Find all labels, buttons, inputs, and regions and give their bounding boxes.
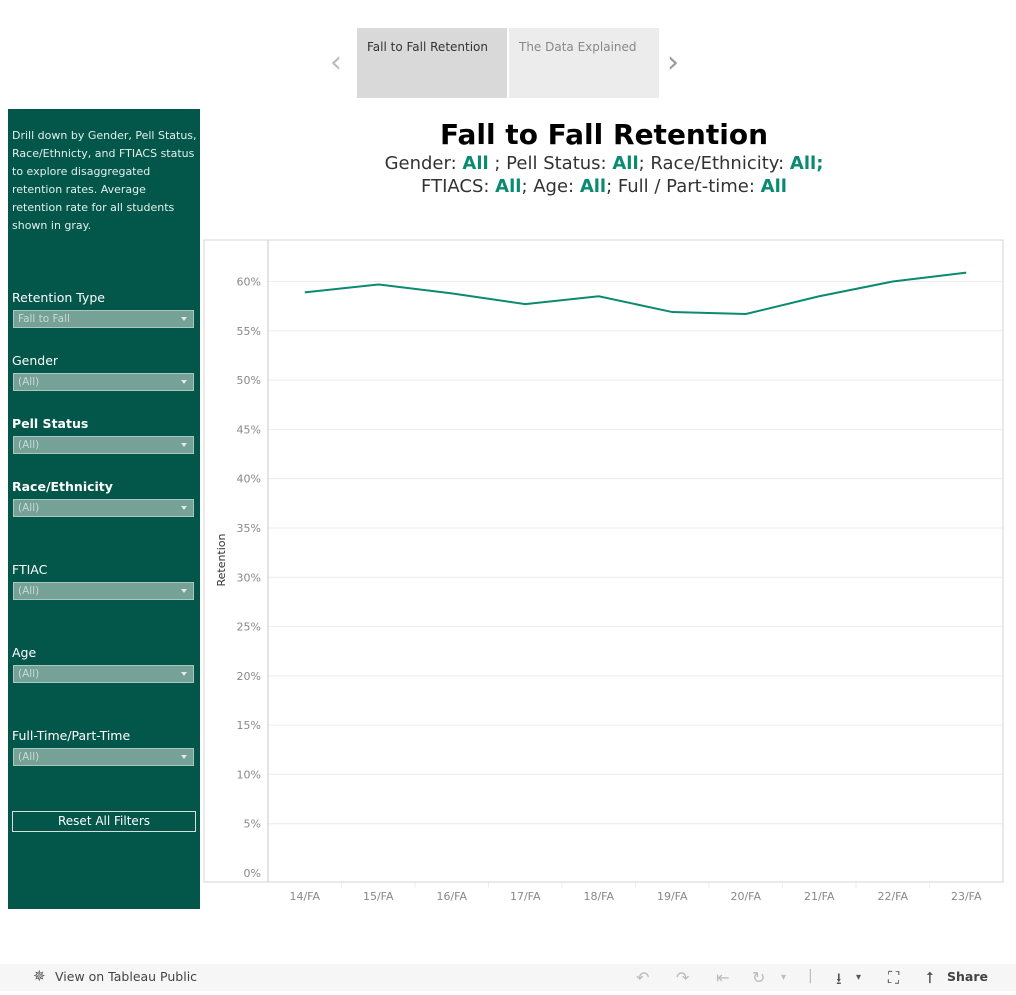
series-line[interactable] — [304, 271, 967, 316]
y-tick-label: 45% — [237, 423, 261, 436]
y-tick-label: 20% — [237, 670, 261, 683]
pause-dropdown-icon[interactable]: ▾ — [781, 972, 786, 983]
view-on-tableau-public-link[interactable]: View on Tableau Public — [55, 969, 197, 984]
y-tick-label: 35% — [237, 522, 261, 535]
x-tick-label: 21/FA — [804, 890, 835, 903]
data-point[interactable] — [669, 309, 675, 315]
data-point[interactable] — [375, 281, 381, 287]
data-point[interactable] — [816, 293, 822, 299]
data-point[interactable] — [963, 270, 969, 276]
y-tick-label: 40% — [237, 473, 261, 486]
y-tick-label: 10% — [237, 768, 261, 781]
x-tick-label: 17/FA — [510, 890, 541, 903]
x-tick-label: 20/FA — [730, 890, 761, 903]
share-icon[interactable]: ⭡ — [926, 968, 934, 988]
y-tick-label: 50% — [237, 374, 261, 387]
y-tick-label: 60% — [237, 276, 261, 289]
fullscreen-icon[interactable]: ⛶ — [888, 968, 899, 988]
refresh-icon[interactable]: ↻ — [752, 968, 765, 987]
y-tick-label: 5% — [244, 818, 261, 831]
y-axis-label: Retention — [215, 533, 228, 586]
y-tick-label: 0% — [244, 867, 261, 880]
x-tick-label: 18/FA — [583, 890, 614, 903]
x-tick-label: 23/FA — [951, 890, 982, 903]
y-tick-label: 15% — [237, 719, 261, 732]
y-tick-label: 30% — [237, 571, 261, 584]
x-tick-label: 16/FA — [436, 890, 467, 903]
y-axis-ticks: 0% 5% 10% 15% 20% 25% 30% 35% 40% 45% 50% 55% 60% — [237, 276, 261, 881]
download-dropdown-icon[interactable]: ▾ — [856, 972, 861, 983]
x-tick-label: 14/FA — [289, 890, 320, 903]
x-axis-ticks: 14/FA 15/FA 16/FA 17/FA 18/FA 19/FA 20/FA 21/FA… — [289, 882, 982, 903]
data-point[interactable] — [743, 311, 749, 317]
data-point[interactable] — [522, 301, 528, 307]
x-tick-label: 15/FA — [363, 890, 394, 903]
x-tick-label: 22/FA — [877, 890, 908, 903]
series-retention — [302, 270, 969, 317]
data-point[interactable] — [890, 279, 896, 285]
y-tick-label: 25% — [237, 621, 261, 634]
revert-icon[interactable]: ⇤ — [716, 968, 729, 987]
redo-icon[interactable]: ↷ — [676, 968, 689, 987]
gridlines — [268, 281, 1003, 825]
data-point[interactable] — [596, 293, 602, 299]
toolbar-divider: | — [808, 968, 813, 984]
retention-line-chart: 0% 5% 10% 15% 20% 25% 30% 35% 40% 45% 50% 55% 60% 14… — [203, 239, 1004, 903]
data-point[interactable] — [449, 290, 455, 296]
y-tick-label: 55% — [237, 325, 261, 338]
share-button[interactable]: Share — [947, 969, 988, 984]
tableau-toolbar: ✵ View on Tableau Public ↶ ↷ ⇤ ↻ ▾ | ⭳ ▾… — [0, 964, 1016, 991]
data-point[interactable] — [302, 289, 308, 295]
tableau-logo-icon: ✵ — [33, 967, 46, 985]
plot-border — [203, 239, 1004, 883]
undo-icon[interactable]: ↶ — [636, 968, 649, 987]
x-tick-label: 19/FA — [657, 890, 688, 903]
